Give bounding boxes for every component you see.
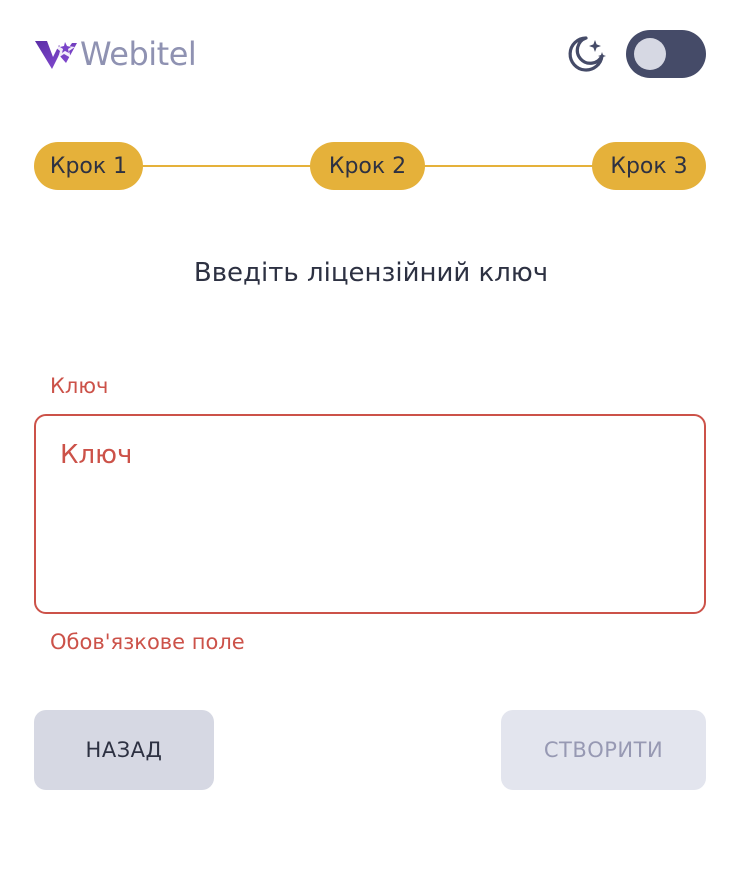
back-button[interactable]: НАЗАД (34, 710, 214, 790)
toggle-knob (634, 38, 666, 70)
key-field-error: Обов'язкове поле (50, 630, 245, 654)
stepper-connector-1 (140, 165, 312, 167)
moon-stars-icon[interactable] (564, 32, 608, 76)
step-1: Крок 1 (34, 142, 143, 190)
key-field-label: Ключ (50, 374, 109, 398)
webitel-logo-icon (35, 39, 77, 69)
create-button[interactable]: СТВОРИТИ (501, 710, 706, 790)
logo-text: Webitel (80, 35, 197, 73)
key-input[interactable] (36, 416, 704, 612)
license-key-page: Webitel Крок 1 Крок 2 Крок 3 Введіть ліц… (0, 0, 742, 872)
webitel-logo: Webitel (34, 34, 197, 74)
key-field-container (34, 414, 706, 614)
step-2: Крок 2 (310, 142, 425, 190)
page-title: Введіть ліцензійний ключ (193, 258, 549, 288)
theme-toggle[interactable] (626, 30, 706, 78)
stepper-connector-2 (424, 165, 594, 167)
step-3: Крок 3 (592, 142, 706, 190)
